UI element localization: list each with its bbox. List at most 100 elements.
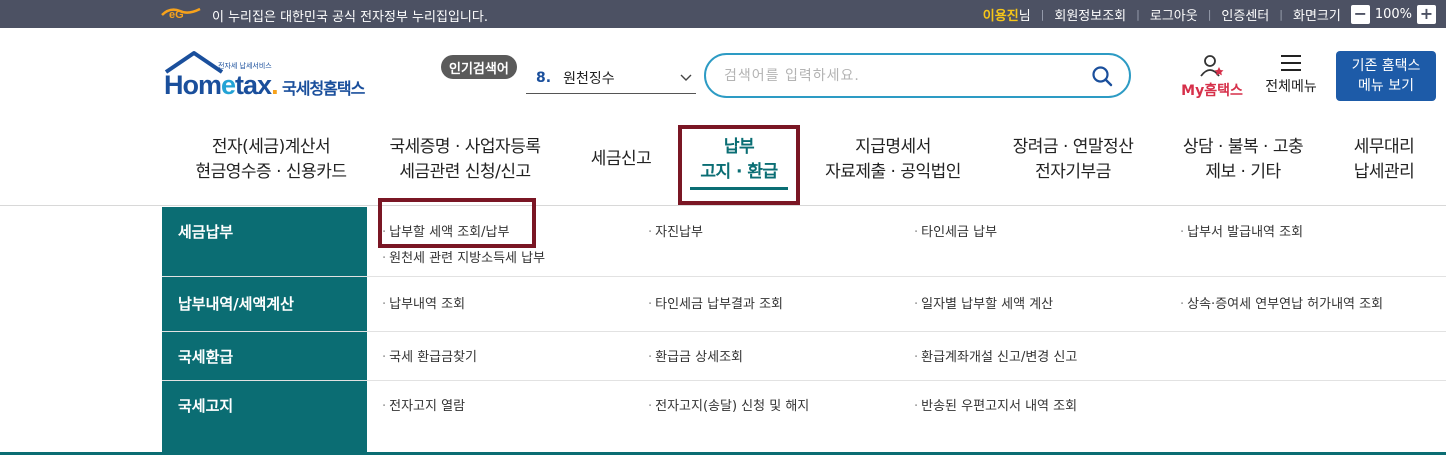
menu-item-label: 전자고지(송달) 신청 및 해지	[655, 399, 810, 414]
logo-wordmark: Hometax.	[164, 70, 279, 101]
bullet: ·	[648, 350, 653, 365]
nav-label-line1: 지급명세서	[855, 137, 931, 157]
nav-label-line1: 장려금 · 연말정산	[1012, 137, 1134, 157]
e-government-logo-icon: eG	[161, 7, 201, 21]
zoom-level: 100%	[1374, 6, 1412, 22]
old-menu-line1: 기존 홈택스	[1351, 58, 1421, 74]
bullet: ·	[1180, 297, 1185, 312]
bullet: ·	[914, 297, 919, 312]
bullet: ·	[382, 399, 387, 414]
bullet: ·	[382, 297, 387, 312]
menu-item-refund-account[interactable]: · 환급계좌개설 신고/변경 신고	[914, 346, 1077, 365]
menu-item-label: 환급금 상세조회	[655, 350, 743, 365]
nav-label-line2: 세금관련 신청/신고	[399, 162, 531, 182]
divider: |	[1207, 7, 1212, 21]
menu-item-others-payment-result[interactable]: · 타인세금 납부결과 조회	[648, 293, 783, 312]
bullet: ·	[914, 225, 919, 240]
mega-menu: 세금납부 · 납부할 세액 조회/납부 · 자진납부 · 타인세금 납부 · 납부서 발…	[162, 207, 1446, 455]
search-input[interactable]	[724, 65, 1074, 87]
nav-tax-agent[interactable]: 세무대리 납세관리	[1344, 135, 1424, 185]
menu-item-label: 일자별 납부할 세액 계산	[921, 297, 1054, 312]
nav-label-line1: 상담 · 불복 · 고충	[1182, 137, 1304, 157]
menu-item-daily-tax-calc[interactable]: · 일자별 납부할 세액 계산	[914, 293, 1053, 312]
old-hometax-menu-button[interactable]: 기존 홈택스 메뉴 보기	[1336, 51, 1436, 101]
menu-item-e-notice-apply[interactable]: · 전자고지(송달) 신청 및 해지	[648, 395, 809, 414]
menu-item-label: 납부서 발급내역 조회	[1187, 225, 1304, 240]
bullet: ·	[382, 251, 387, 266]
hamburger-menu-icon	[1281, 55, 1301, 71]
highlight-box-submenu	[378, 198, 536, 248]
menu-item-e-notice-view[interactable]: · 전자고지 열람	[382, 395, 465, 414]
gov-banner: eG 이 누리집은 대한민국 공식 전자정부 누리집입니다. 이용진 님 | 회원…	[0, 0, 1446, 28]
menu-item-label: 환급계좌개설 신고/변경 신고	[921, 350, 1078, 365]
bullet: ·	[914, 350, 919, 365]
bullet: ·	[1180, 225, 1185, 240]
menu-item-label: 타인세금 납부결과 조회	[655, 297, 784, 312]
menu-item-installment-permit[interactable]: · 상속·증여세 연부연납 허가내역 조회	[1180, 293, 1383, 312]
divider: |	[1279, 7, 1283, 21]
popular-term: 원천징수	[563, 70, 615, 87]
menu-item-payment-history[interactable]: · 납부내역 조회	[382, 293, 465, 312]
bullet: ·	[382, 350, 387, 365]
all-menu-label: 전체메뉴	[1265, 79, 1317, 95]
mega-heading: 납부내역/세액계산	[162, 277, 367, 331]
menu-item-label: 국세 환급금찾기	[389, 350, 477, 365]
all-menu-button[interactable]: 전체메뉴	[1260, 54, 1322, 100]
user-icon	[1200, 55, 1224, 77]
mega-heading: 국세환급	[162, 332, 367, 380]
nav-label-line2: 납세관리	[1353, 162, 1415, 182]
my-hometax-label: My홈택스	[1181, 83, 1243, 99]
screen-size-label: 화면크기	[1292, 8, 1341, 24]
logout-link[interactable]: 로그아웃	[1150, 5, 1198, 24]
menu-item-label: 타인세금 납부	[921, 225, 998, 240]
svg-text:eG: eG	[169, 9, 184, 21]
user-suffix: 님	[1018, 8, 1031, 24]
nav-incentive[interactable]: 장려금 · 연말정산 전자기부금	[1000, 135, 1146, 185]
zoom-out-button[interactable]: −	[1350, 4, 1370, 24]
nav-tax-filing[interactable]: 세금신고	[580, 147, 662, 172]
popular-search-select[interactable]: 8. 원천징수	[526, 62, 696, 94]
menu-item-label: 전자고지 열람	[389, 399, 466, 414]
logo-part: Hom	[164, 70, 222, 100]
search-icon[interactable]	[1091, 65, 1113, 87]
nav-label-line1: 전자(세금)계산서	[211, 137, 331, 157]
my-hometax-button[interactable]: My홈택스	[1176, 54, 1248, 100]
nav-e-invoice[interactable]: 전자(세금)계산서 현금영수증 · 신용카드	[176, 135, 366, 185]
auth-center-link[interactable]: 인증센터	[1221, 5, 1269, 24]
menu-item-self-payment[interactable]: · 자진납부	[648, 221, 703, 240]
nav-label-line2: 자료제출 · 공익법인	[825, 162, 961, 182]
user-name[interactable]: 이용진	[983, 5, 1019, 24]
menu-item-label: 원천세 관련 지방소득세 납부	[389, 251, 546, 266]
nav-label-line2: 제보 · 기타	[1205, 162, 1281, 182]
logo-korean: 국세청홈택스	[282, 79, 365, 98]
nav-payment-statement[interactable]: 지급명세서 자료제출 · 공익법인	[815, 135, 971, 185]
menu-item-payment-slip-history[interactable]: · 납부서 발급내역 조회	[1180, 221, 1303, 240]
menu-item-returned-notice[interactable]: · 반송된 우편고지서 내역 조회	[914, 395, 1077, 414]
menu-item-refund-detail[interactable]: · 환급금 상세조회	[648, 346, 743, 365]
nav-certificates[interactable]: 국세증명 · 사업자등록 세금관련 신청/신고	[380, 135, 550, 185]
menu-item-pay-others-tax[interactable]: · 타인세금 납부	[914, 221, 997, 240]
popular-rank: 8.	[536, 69, 552, 86]
menu-item-find-refund[interactable]: · 국세 환급금찾기	[382, 346, 477, 365]
old-menu-line2: 메뉴 보기	[1358, 78, 1414, 94]
mega-row-payment-history: 납부내역/세액계산 · 납부내역 조회 · 타인세금 납부결과 조회 · 일자별 납부…	[162, 277, 1446, 332]
nav-label-line2: 전자기부금	[1035, 162, 1111, 182]
bullet: ·	[648, 225, 653, 240]
menu-item-label: 자진납부	[655, 225, 703, 240]
menu-item-local-income-tax[interactable]: · 원천세 관련 지방소득세 납부	[382, 247, 545, 266]
mega-heading: 세금납부	[162, 207, 367, 276]
utility-links: 이용진 님 | 회원정보조회 | 로그아웃 | 인증센터 | 화면크기 − 100…	[983, 0, 1436, 28]
mega-heading: 국세고지	[162, 381, 367, 432]
nav-label-line2: 현금영수증 · 신용카드	[195, 162, 347, 182]
divider: |	[1136, 7, 1140, 21]
mega-row-refund: 국세환급 · 국세 환급금찾기 · 환급금 상세조회 · 환급계좌개설 신고/변경 신…	[162, 332, 1446, 381]
member-info-link[interactable]: 회원정보조회	[1054, 5, 1126, 24]
chevron-down-icon	[680, 74, 692, 81]
divider: |	[1040, 7, 1045, 21]
zoom-in-button[interactable]: +	[1417, 4, 1436, 24]
nav-consultation[interactable]: 상담 · 불복 · 고충 제보 · 기타	[1168, 135, 1318, 185]
bullet: ·	[648, 399, 653, 414]
highlight-box-nav	[678, 125, 800, 205]
logo-part: e	[221, 70, 236, 100]
gov-notice: 이 누리집은 대한민국 공식 전자정부 누리집입니다.	[212, 10, 488, 25]
